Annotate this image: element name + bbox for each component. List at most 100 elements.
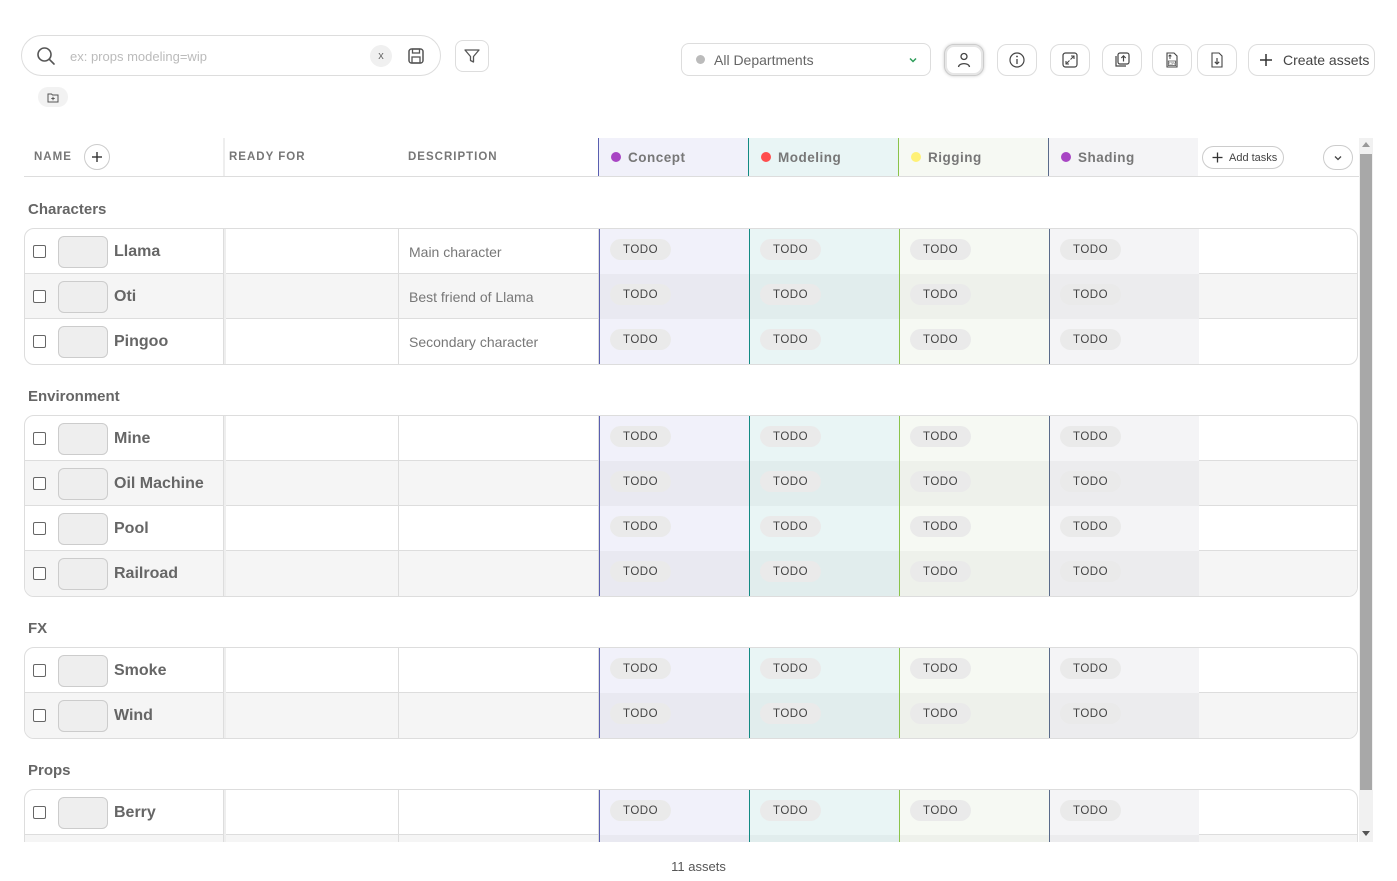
task-cell-shading[interactable]: TODO [1049, 551, 1199, 596]
task-cell-shading[interactable]: TODO [1049, 229, 1199, 274]
task-status-badge[interactable]: TODO [910, 800, 972, 821]
task-status-badge[interactable]: TODO [1060, 561, 1122, 582]
task-status-badge[interactable]: TODO [610, 471, 672, 492]
description-cell[interactable] [399, 648, 599, 693]
ready-for-cell[interactable] [224, 648, 399, 693]
asset-thumbnail[interactable] [58, 557, 108, 590]
task-status-badge[interactable]: TODO [1060, 471, 1122, 492]
table-row[interactable]: Pingoo Secondary character TODO TODO TODO TOD… [25, 319, 1357, 364]
description-cell[interactable] [399, 506, 599, 551]
task-status-badge[interactable]: TODO [610, 561, 672, 582]
task-cell-rigging[interactable] [899, 835, 1049, 842]
ready-for-cell[interactable] [224, 274, 399, 319]
ready-for-cell[interactable] [224, 790, 399, 835]
description-cell[interactable] [399, 416, 599, 461]
header-task-modeling[interactable]: Modeling [748, 138, 898, 176]
table-row[interactable]: Smoke TODO TODO TODO TODO [25, 648, 1357, 693]
save-search-icon[interactable] [406, 46, 426, 66]
task-status-badge[interactable]: TODO [760, 703, 822, 724]
asset-name[interactable]: Mine [114, 430, 150, 448]
row-checkbox[interactable] [33, 290, 46, 303]
task-status-badge[interactable]: TODO [1060, 516, 1122, 537]
description-cell[interactable] [399, 790, 599, 835]
description-cell[interactable] [399, 835, 599, 842]
create-assets-button[interactable]: Create assets [1248, 44, 1375, 76]
task-cell-concept[interactable]: TODO [599, 551, 749, 596]
task-cell-concept[interactable]: TODO [599, 648, 749, 693]
task-cell-rigging[interactable]: TODO [899, 461, 1049, 506]
task-status-badge[interactable]: TODO [910, 561, 972, 582]
task-cell-concept[interactable] [599, 835, 749, 842]
task-cell-shading[interactable]: TODO [1049, 790, 1199, 835]
task-status-badge[interactable]: TODO [910, 516, 972, 537]
info-button[interactable] [997, 44, 1037, 76]
header-task-rigging[interactable]: Rigging [898, 138, 1048, 176]
description-cell[interactable]: Secondary character [399, 319, 599, 364]
task-cell-shading[interactable]: TODO [1049, 274, 1199, 319]
table-row[interactable]: Wind TODO TODO TODO TODO [25, 693, 1357, 738]
ready-for-cell[interactable] [224, 506, 399, 551]
export-button[interactable] [1197, 44, 1237, 76]
task-cell-shading[interactable] [1049, 835, 1199, 842]
task-status-badge[interactable]: TODO [1060, 239, 1122, 260]
task-cell-modeling[interactable]: TODO [749, 506, 899, 551]
task-cell-modeling[interactable]: TODO [749, 790, 899, 835]
ready-for-cell[interactable] [224, 461, 399, 506]
csv-import-button[interactable]: CSV [1152, 44, 1192, 76]
ready-for-cell[interactable] [224, 551, 399, 596]
row-checkbox[interactable] [33, 709, 46, 722]
task-cell-modeling[interactable]: TODO [749, 461, 899, 506]
asset-thumbnail[interactable] [58, 841, 108, 842]
row-checkbox[interactable] [33, 335, 46, 348]
add-tasks-button[interactable]: Add tasks [1202, 146, 1284, 169]
task-status-badge[interactable]: TODO [910, 329, 972, 350]
description-cell[interactable] [399, 693, 599, 738]
task-status-badge[interactable]: TODO [910, 426, 972, 447]
task-status-badge[interactable]: TODO [910, 471, 972, 492]
task-cell-shading[interactable]: TODO [1049, 461, 1199, 506]
add-column-button[interactable] [83, 144, 110, 170]
asset-thumbnail[interactable] [58, 235, 108, 268]
task-cell-modeling[interactable]: TODO [749, 648, 899, 693]
task-cell-concept[interactable]: TODO [599, 274, 749, 319]
task-cell-rigging[interactable]: TODO [899, 790, 1049, 835]
row-checkbox[interactable] [33, 664, 46, 677]
task-status-badge[interactable]: TODO [610, 239, 672, 260]
header-description[interactable]: DESCRIPTION [398, 138, 598, 176]
asset-thumbnail[interactable] [58, 422, 108, 455]
import-button[interactable] [1102, 44, 1142, 76]
task-status-badge[interactable]: TODO [610, 703, 672, 724]
task-status-badge[interactable]: TODO [1060, 426, 1122, 447]
task-status-badge[interactable]: TODO [910, 284, 972, 305]
task-status-badge[interactable]: TODO [610, 426, 672, 447]
task-cell-concept[interactable]: TODO [599, 229, 749, 274]
task-status-badge[interactable]: TODO [1060, 658, 1122, 679]
task-cell-shading[interactable]: TODO [1049, 416, 1199, 461]
asset-thumbnail[interactable] [58, 325, 108, 358]
task-status-badge[interactable]: TODO [610, 800, 672, 821]
table-row[interactable]: Mine TODO TODO TODO TODO [25, 416, 1357, 461]
task-status-badge[interactable]: TODO [1060, 703, 1122, 724]
ready-for-cell[interactable] [224, 319, 399, 364]
my-tasks-toggle-button[interactable] [944, 44, 984, 76]
task-cell-rigging[interactable]: TODO [899, 648, 1049, 693]
task-cell-rigging[interactable]: TODO [899, 274, 1049, 319]
header-ready-for[interactable]: READY FOR [223, 138, 398, 176]
description-cell[interactable] [399, 551, 599, 596]
task-cell-modeling[interactable]: TODO [749, 551, 899, 596]
department-select[interactable]: All Departments [681, 43, 931, 76]
asset-name[interactable]: Wind [114, 707, 153, 725]
task-status-badge[interactable]: TODO [760, 329, 822, 350]
task-status-badge[interactable]: TODO [910, 239, 972, 260]
task-cell-shading[interactable]: TODO [1049, 506, 1199, 551]
table-row[interactable]: Oti Best friend of Llama TODO TODO TODO TODO [25, 274, 1357, 319]
filter-button[interactable] [455, 40, 489, 72]
task-status-badge[interactable]: TODO [1060, 284, 1122, 305]
table-row[interactable] [25, 835, 1357, 842]
task-cell-concept[interactable]: TODO [599, 506, 749, 551]
asset-name[interactable]: Llama [114, 243, 160, 261]
asset-name[interactable]: Pool [114, 520, 149, 538]
task-status-badge[interactable]: TODO [610, 329, 672, 350]
asset-name[interactable]: Oti [114, 288, 136, 306]
asset-thumbnail[interactable] [58, 699, 108, 732]
